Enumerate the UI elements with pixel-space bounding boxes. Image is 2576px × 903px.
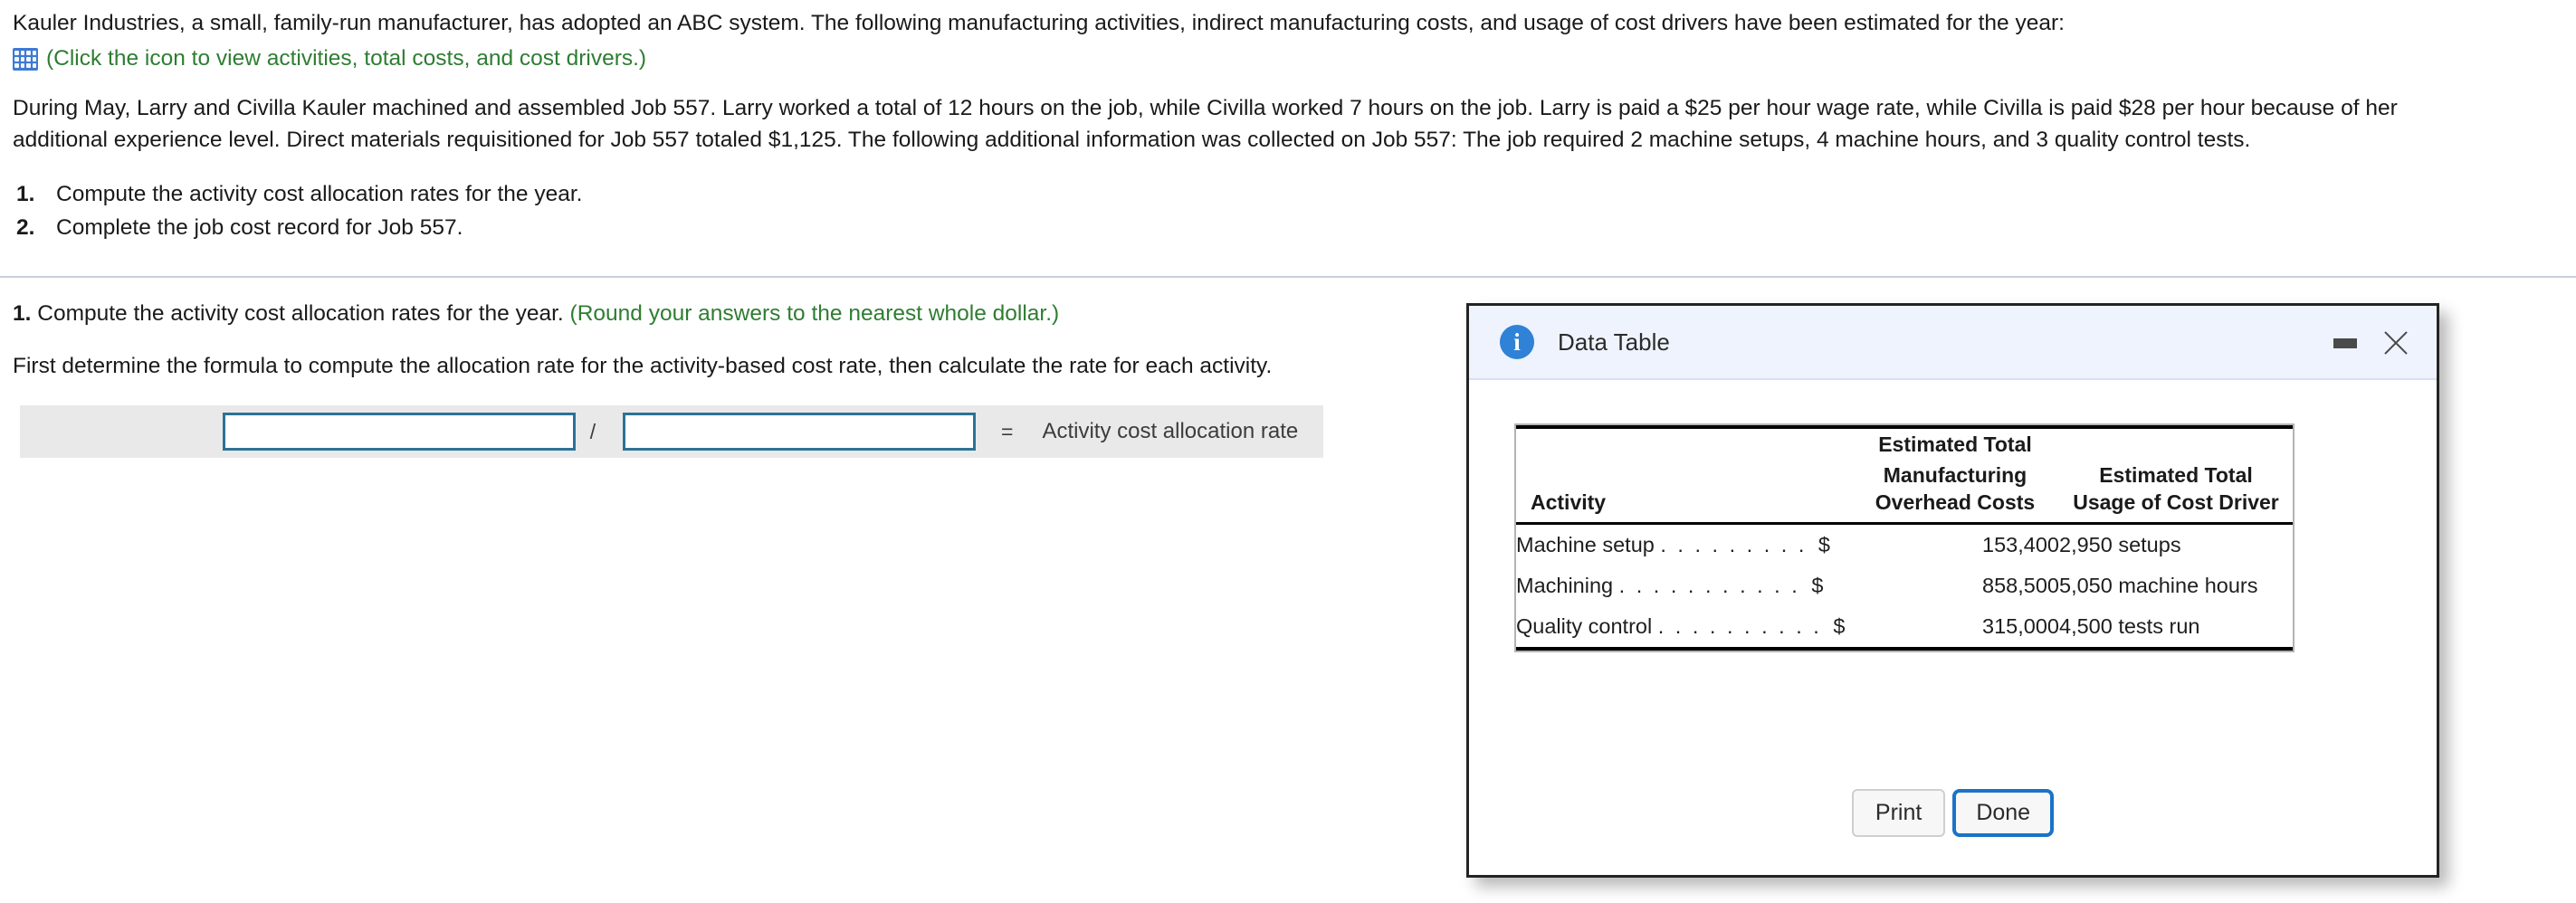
row-activity-cell: Quality control . . . . . . . . . . $: [1516, 606, 1851, 651]
dot-leader: . . . . . . . . . .: [1657, 614, 1822, 638]
question-hint: (Round your answers to the nearest whole…: [569, 301, 1060, 326]
task-text: Compute the activity cost allocation rat…: [56, 182, 583, 206]
row-cost-driver: 2,950 setups: [2059, 532, 2181, 556]
problem-statement: Kauler Industries, a small, family-run m…: [13, 7, 2576, 244]
info-icon: i: [1500, 325, 1534, 359]
window-controls: [2333, 306, 2411, 380]
header-col3-line1: [2059, 429, 2293, 460]
table-row: Quality control . . . . . . . . . . $ 31…: [1516, 606, 2293, 651]
division-symbol: /: [589, 419, 596, 443]
formula-entry-bar: / = Activity cost allocation rate: [20, 405, 1323, 458]
header-spacer-1: [1516, 429, 1851, 460]
question-heading: 1. Compute the activity cost allocation …: [13, 299, 1425, 329]
question-instruction: First determine the formula to compute t…: [13, 354, 1273, 378]
header-activity: Activity: [1516, 490, 1851, 525]
dot-leader: . . . . . . . . . . .: [1618, 574, 1800, 597]
equals-symbol: =: [1001, 419, 1014, 443]
activity-name: Quality control: [1516, 614, 1653, 638]
table-row: Machine setup . . . . . . . . . $ 153,40…: [1516, 524, 2293, 566]
row-activity-cell: Machine setup . . . . . . . . . $: [1516, 524, 1851, 566]
currency-symbol: $: [1818, 532, 1830, 556]
dialog-body: Estimated Total Manufacturing Estimated …: [1469, 380, 2437, 877]
currency-symbol: $: [1833, 614, 1846, 638]
header-col2-line2: Manufacturing: [1883, 462, 2027, 487]
dialog-actions: Print Done: [1469, 789, 2437, 837]
estimated-costs-table: Estimated Total Manufacturing Estimated …: [1516, 425, 2293, 651]
problem-paragraph: During May, Larry and Civilla Kauler mac…: [13, 92, 2576, 156]
activity-name: Machining: [1516, 574, 1614, 597]
header-col3-line3: Usage of Cost Driver: [2059, 490, 2293, 525]
data-table-link-row[interactable]: (Click the icon to view activities, tota…: [13, 43, 2576, 74]
table-row: Machining . . . . . . . . . . . $ 858,50…: [1516, 566, 2293, 607]
header-col3-line2: Estimated Total: [2099, 462, 2253, 487]
done-button[interactable]: Done: [1952, 789, 2055, 837]
table-header-row-3: Activity Overhead Costs Usage of Cost Dr…: [1516, 490, 2293, 525]
dot-leader: . . . . . . . . .: [1660, 532, 1808, 556]
view-data-table-link[interactable]: (Click the icon to view activities, tota…: [46, 45, 646, 72]
close-icon[interactable]: [2380, 328, 2411, 358]
data-table-panel: Estimated Total Manufacturing Estimated …: [1514, 423, 2295, 652]
task-number: 1.: [16, 182, 35, 206]
problem-paragraph-line-2: additional experience level. Direct mate…: [13, 128, 2251, 152]
task-item: 2. Complete the job cost record for Job …: [13, 211, 2576, 244]
page-root: Kauler Industries, a small, family-run m…: [0, 0, 2576, 903]
task-item: 1. Compute the activity cost allocation …: [13, 177, 2576, 211]
denominator-input[interactable]: [623, 413, 976, 451]
row-amount: 315,000: [1851, 606, 2059, 651]
print-button[interactable]: Print: [1851, 789, 1946, 837]
table-header-row-1: Estimated Total: [1516, 429, 2293, 460]
task-list: 1. Compute the activity cost allocation …: [13, 177, 2576, 244]
header-col2-line3: Overhead Costs: [1851, 490, 2059, 525]
activity-name: Machine setup: [1516, 532, 1655, 556]
numerator-input[interactable]: [223, 413, 576, 451]
row-cost-driver: 5,050 machine hours: [2059, 574, 2258, 597]
data-table-dialog: i Data Table Estimated Total Manufacturi…: [1466, 303, 2439, 878]
formula-result-label: Activity cost allocation rate: [1042, 419, 1299, 443]
problem-paragraph-line-1: During May, Larry and Civilla Kauler mac…: [13, 96, 2398, 120]
row-amount: 153,400: [1982, 532, 2059, 556]
table-grid-icon[interactable]: [13, 47, 38, 71]
minimize-icon[interactable]: [2333, 337, 2357, 348]
dialog-title: Data Table: [1558, 328, 1670, 356]
table-header-row-2: Manufacturing Estimated Total: [1516, 460, 2293, 490]
currency-symbol: $: [1811, 574, 1824, 597]
section-divider: [0, 276, 2576, 278]
header-spacer-2: [1516, 460, 1851, 490]
question-number: 1.: [13, 301, 32, 326]
row-activity-cell: Machining . . . . . . . . . . . $: [1516, 566, 1851, 607]
question-area: 1. Compute the activity cost allocation …: [13, 299, 1425, 458]
row-cost-driver: 4,500 tests run: [2059, 606, 2293, 651]
question-prompt: Compute the activity cost allocation rat…: [37, 301, 564, 326]
header-col2-line1: Estimated Total: [1878, 432, 2032, 456]
dialog-header: i Data Table: [1469, 306, 2437, 380]
problem-intro-text: Kauler Industries, a small, family-run m…: [13, 11, 2065, 35]
task-text: Complete the job cost record for Job 557…: [56, 215, 463, 240]
task-number: 2.: [16, 215, 35, 240]
row-amount: 858,500: [1982, 574, 2059, 597]
